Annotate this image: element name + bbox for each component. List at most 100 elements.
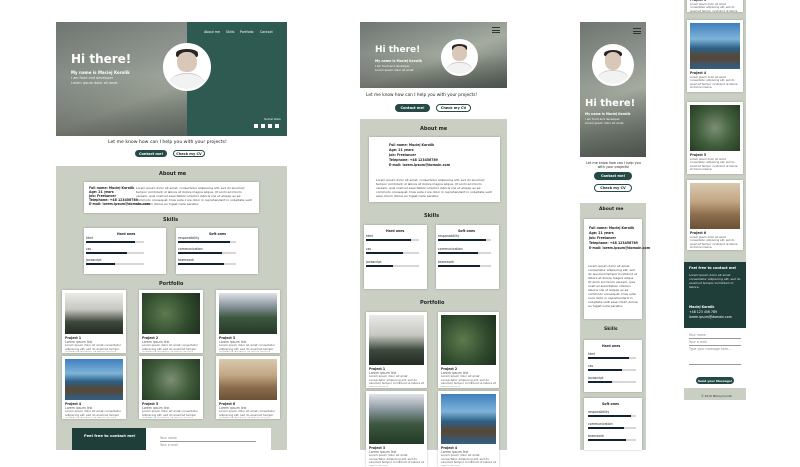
project-desc: Lorem ipsum dolor sit amet consectetur a… bbox=[690, 236, 738, 248]
about-title: About me bbox=[159, 171, 187, 177]
project-title: Project 6 bbox=[690, 231, 707, 235]
project-card[interactable]: Project 4 Lorem ipsum link Lorem ipsum dol… bbox=[438, 391, 499, 467]
project-image bbox=[369, 394, 424, 444]
skill-label: responsibility bbox=[588, 410, 610, 414]
facebook-icon[interactable] bbox=[254, 124, 258, 128]
project-image bbox=[690, 23, 740, 69]
skill-level-bar bbox=[86, 241, 144, 243]
project-card[interactable]: Project 1 Lorem ipsum link Lorem ipsum dol… bbox=[62, 290, 126, 353]
project-image bbox=[142, 293, 200, 334]
email-input[interactable]: Your e-mail bbox=[160, 443, 178, 447]
skill-label: communication bbox=[178, 247, 203, 251]
about-detail: E-mail: lorem.ipsum@domain.com bbox=[389, 163, 451, 167]
project-card[interactable]: Project 4 Lorem ipsum dolor sit amet cons… bbox=[687, 20, 743, 92]
hard-skills-card bbox=[364, 225, 427, 289]
soft-skills-title: Soft ones bbox=[209, 232, 227, 236]
project-desc: Lorem ipsum dolor sit amet consectetur a… bbox=[65, 344, 121, 352]
social-links-title: Social links bbox=[264, 117, 281, 121]
about-bio: Lorem ipsum dolor sit amet, consectetur … bbox=[136, 186, 252, 206]
project-desc: Lorem ipsum dolor sit amet consectetur a… bbox=[65, 410, 121, 418]
contact-me-button[interactable]: Contact me! bbox=[395, 104, 430, 112]
menu-icon[interactable] bbox=[492, 27, 500, 28]
project-card[interactable]: Project 6 Lorem ipsum link Lorem ipsum dol… bbox=[216, 356, 280, 419]
project-image bbox=[369, 315, 424, 365]
skill-label: javascript bbox=[366, 260, 382, 264]
check-cv-button[interactable]: Check my CV bbox=[173, 150, 205, 157]
skill-label: css bbox=[366, 247, 372, 251]
project-card[interactable]: Project 2 Lorem ipsum link Lorem ipsum dol… bbox=[139, 290, 203, 353]
skill-level-bar bbox=[438, 239, 491, 241]
project-card[interactable]: Project 6 Lorem ipsum dolor sit amet cons… bbox=[687, 180, 743, 250]
about-detail: Telephone: +48 123456789 bbox=[389, 158, 438, 162]
check-cv-button[interactable]: Check my CV bbox=[594, 184, 632, 192]
name-input[interactable]: Your name bbox=[689, 333, 706, 337]
project-title: Project 4 bbox=[690, 71, 707, 75]
project-card[interactable]: Project 2 Lorem ipsum link Lorem ipsum dol… bbox=[438, 312, 499, 388]
skill-level-bar bbox=[366, 265, 419, 267]
nav-item-contact[interactable]: Contact bbox=[260, 30, 273, 34]
skill-level-bar bbox=[588, 369, 636, 371]
skill-level-bar bbox=[588, 439, 636, 441]
project-card[interactable]: Project 3 Lorem ipsum dolor sit amet cons… bbox=[687, 0, 743, 12]
email-input[interactable]: Your e-mail bbox=[689, 340, 707, 344]
skill-label: javascript bbox=[588, 376, 604, 380]
project-card[interactable]: Project 1 Lorem ipsum link Lorem ipsum dol… bbox=[366, 312, 427, 388]
avatar bbox=[441, 39, 478, 76]
hero-greeting: Hi there! bbox=[585, 98, 636, 109]
skill-level-bar bbox=[366, 239, 419, 241]
contact-me-button[interactable]: Contact me! bbox=[135, 150, 167, 157]
project-desc: Lorem ipsum dolor sit amet consectetur a… bbox=[441, 454, 496, 466]
contact-me-button[interactable]: Contact me! bbox=[594, 172, 632, 180]
about-detail: Job: Freelancer bbox=[589, 236, 617, 240]
send-message-button[interactable]: Send your Message! bbox=[696, 377, 734, 384]
name-input[interactable]: Your name bbox=[160, 436, 177, 440]
project-card[interactable]: Project 3 Lorem ipsum link Lorem ipsum dol… bbox=[366, 391, 427, 467]
nav-item-portfolio[interactable]: Portfolio bbox=[240, 30, 254, 34]
cta-text: Let me know how can I help you with your… bbox=[586, 161, 641, 170]
skill-level-bar bbox=[178, 263, 236, 265]
nav-item-about[interactable]: About me bbox=[204, 30, 220, 34]
linkedin-icon[interactable] bbox=[261, 124, 265, 128]
skill-label: html bbox=[366, 234, 374, 238]
project-image bbox=[65, 359, 123, 400]
skill-label: html bbox=[588, 352, 596, 356]
skill-label: teamwork bbox=[178, 258, 194, 262]
project-title: Project 5 bbox=[690, 153, 707, 157]
project-desc: Lorem ipsum dolor sit amet consectetur a… bbox=[690, 158, 738, 170]
check-cv-button[interactable]: Check my CV bbox=[436, 104, 471, 112]
project-image bbox=[142, 359, 200, 400]
skill-level-bar bbox=[178, 241, 236, 243]
hero-role: I am front end developer bbox=[71, 76, 114, 80]
about-title: About me bbox=[599, 207, 624, 212]
project-image bbox=[690, 183, 740, 229]
skill-level-bar bbox=[86, 263, 144, 265]
hard-skills-title: Hard ones bbox=[602, 344, 621, 348]
skill-label: communication bbox=[588, 422, 613, 426]
project-card[interactable]: Project 5 Lorem ipsum dolor sit amet cons… bbox=[687, 102, 743, 174]
hard-skills-title: Hard ones bbox=[386, 229, 405, 233]
contact-panel bbox=[72, 428, 146, 450]
about-bio: Lorem ipsum dolor sit amet, consectetur … bbox=[376, 178, 492, 198]
email-icon[interactable] bbox=[275, 124, 279, 128]
skill-label: javascript bbox=[86, 258, 102, 262]
hero-subline: Lorem ipsum dolor sit amet bbox=[585, 121, 624, 125]
hero-section bbox=[360, 22, 507, 88]
project-image bbox=[219, 293, 277, 334]
project-card[interactable]: Project 3 Lorem ipsum link Lorem ipsum dol… bbox=[216, 290, 280, 353]
menu-icon[interactable] bbox=[633, 28, 641, 29]
cta-text: Let me know how can I help you with your… bbox=[108, 140, 227, 145]
hero-name: My name is Maciej Korolik bbox=[585, 112, 631, 116]
project-card[interactable]: Project 5 Lorem ipsum link Lorem ipsum dol… bbox=[139, 356, 203, 419]
hero-name: My name is Maciej Korolik bbox=[71, 70, 130, 75]
project-card[interactable]: Project 4 Lorem ipsum link Lorem ipsum dol… bbox=[62, 356, 126, 419]
tablet-preview: Hi there! My name is Maciej Korolik I am… bbox=[360, 22, 507, 467]
project-image bbox=[219, 359, 277, 400]
project-desc: Lorem ipsum dolor sit amet consectetur a… bbox=[690, 76, 738, 88]
message-input[interactable]: Type your message here... bbox=[689, 347, 731, 351]
skill-level-bar bbox=[366, 252, 419, 254]
desktop-preview: About me Skills Portfolio Contact Hi the… bbox=[56, 22, 287, 450]
skill-label: responsibility bbox=[438, 234, 460, 238]
nav-item-skills[interactable]: Skills bbox=[226, 30, 234, 34]
github-icon[interactable] bbox=[268, 124, 272, 128]
skill-level-bar bbox=[588, 415, 636, 417]
